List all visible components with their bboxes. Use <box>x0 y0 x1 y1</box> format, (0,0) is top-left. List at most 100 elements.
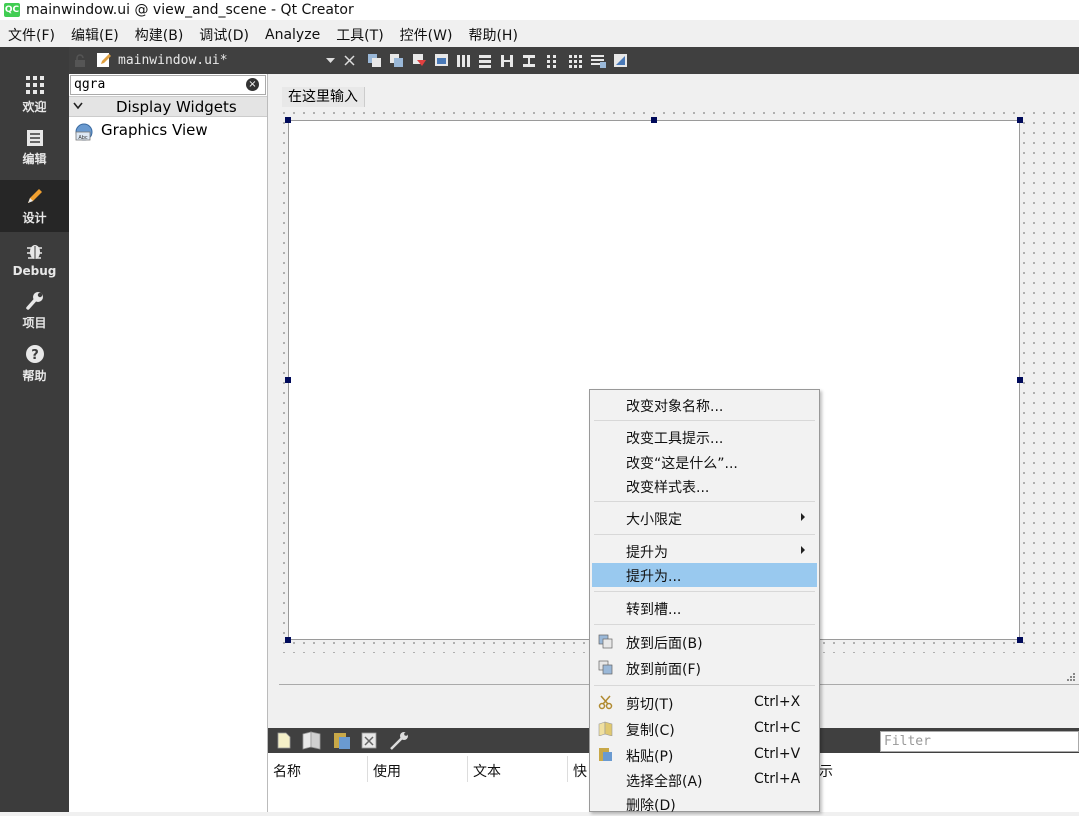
widget-item-graphics-view[interactable]: Abc Graphics View <box>69 120 267 142</box>
mode-debug[interactable]: Debug <box>0 233 69 285</box>
menu-item-cut[interactable]: 剪切(T) Ctrl+X <box>592 691 817 715</box>
mode-label: 欢迎 <box>22 100 47 114</box>
category-label: Display Widgets <box>116 98 237 116</box>
menu-file[interactable]: 文件(F) <box>0 25 63 45</box>
widget-item-label: Graphics View <box>101 121 208 139</box>
paste-action-icon[interactable] <box>332 731 352 750</box>
help-icon: ? <box>25 345 44 363</box>
column-divider <box>367 756 368 782</box>
copy-icon <box>598 721 613 736</box>
menu-item-label: 复制(C) <box>626 723 675 739</box>
resize-handle[interactable] <box>285 377 291 383</box>
column-divider <box>467 756 468 782</box>
column-header-tooltip[interactable]: 示 <box>819 761 833 781</box>
menu-item-change-tooltip[interactable]: 改变工具提示... <box>592 425 817 449</box>
menu-item-go-to-slot[interactable]: 转到槽... <box>592 596 817 620</box>
svg-text:?: ? <box>31 348 39 363</box>
menu-item-copy[interactable]: 复制(C) Ctrl+C <box>592 717 817 741</box>
submenu-arrow-icon <box>801 513 805 521</box>
chevron-down-icon[interactable] <box>326 58 335 64</box>
bring-to-front-icon <box>598 660 613 675</box>
menu-placeholder[interactable]: 在这里输入 <box>282 87 365 107</box>
qt-logo-icon: QC <box>4 3 20 17</box>
menu-analyze[interactable]: Analyze <box>257 27 328 43</box>
window-title: mainwindow.ui @ view_and_scene - Qt Crea… <box>26 2 354 18</box>
resize-handle[interactable] <box>1017 637 1023 643</box>
menu-item-label: 提升为 <box>626 545 668 561</box>
close-document-icon[interactable] <box>344 55 355 66</box>
size-grip-icon[interactable] <box>1066 672 1076 682</box>
copy-action-icon[interactable] <box>302 731 322 750</box>
menu-widgets[interactable]: 控件(W) <box>392 25 461 45</box>
menu-edit[interactable]: 编辑(E) <box>63 25 127 45</box>
resize-handle[interactable] <box>651 117 657 123</box>
menu-item-change-object-name[interactable]: 改变对象名称... <box>592 393 817 417</box>
menu-item-change-stylesheet[interactable]: 改变样式表... <box>592 474 817 498</box>
menu-item-paste[interactable]: 粘贴(P) Ctrl+V <box>592 743 817 767</box>
menu-item-delete[interactable]: 删除(D) <box>592 792 817 816</box>
mode-label: 编辑 <box>22 152 47 166</box>
graphics-view-icon: Abc <box>75 123 93 141</box>
menu-item-send-to-back[interactable]: 放到后面(B) <box>592 630 817 654</box>
mode-label: 帮助 <box>22 369 47 383</box>
category-display-widgets[interactable]: Display Widgets <box>69 96 267 117</box>
resize-handle[interactable] <box>1017 377 1023 383</box>
lock-icon[interactable] <box>74 54 86 67</box>
menu-item-bring-to-front[interactable]: 放到前面(F) <box>592 656 817 680</box>
mode-label: Debug <box>12 263 57 278</box>
document-modified-icon <box>97 53 111 67</box>
delete-action-icon[interactable] <box>361 732 377 749</box>
wrench-icon <box>25 292 43 310</box>
menu-item-shortcut: Ctrl+X <box>754 694 801 710</box>
menu-separator <box>594 501 815 502</box>
context-menu: 改变对象名称... 改变工具提示... 改变“这是什么”... 改变样式表...… <box>589 389 820 814</box>
menu-bar: 文件(F) 编辑(E) 构建(B) 调试(D) Analyze 工具(T) 控件… <box>0 23 1079 47</box>
mode-design[interactable]: 设计 <box>0 180 69 232</box>
menu-item-label: 删除(D) <box>626 798 676 814</box>
menu-item-label: 放到前面(F) <box>626 662 701 678</box>
menu-build[interactable]: 构建(B) <box>127 25 192 45</box>
mode-projects[interactable]: 项目 <box>0 285 69 337</box>
submenu-arrow-icon <box>801 546 805 554</box>
menu-tools[interactable]: 工具(T) <box>328 25 391 45</box>
widget-filter-input[interactable]: qgra <box>70 75 266 95</box>
menu-item-promote-to[interactable]: 提升为... <box>592 563 817 587</box>
menu-item-select-all[interactable]: 选择全部(A) Ctrl+A <box>592 768 817 792</box>
column-header-shortcut[interactable]: 快 <box>573 761 587 781</box>
mode-welcome[interactable]: 欢迎 <box>0 69 69 121</box>
action-filter-input[interactable]: Filter <box>880 731 1079 752</box>
menu-item-change-whats-this[interactable]: 改变“这是什么”... <box>592 450 817 474</box>
menu-item-shortcut: Ctrl+C <box>754 720 801 736</box>
menu-debug[interactable]: 调试(D) <box>191 25 257 45</box>
resize-handle[interactable] <box>1017 117 1023 123</box>
resize-handle[interactable] <box>285 637 291 643</box>
menu-item-label: 提升为... <box>626 569 682 585</box>
clear-filter-icon[interactable]: × <box>246 78 259 91</box>
mode-help[interactable]: ? 帮助 <box>0 338 69 390</box>
settings-wrench-icon[interactable] <box>388 731 410 751</box>
menu-separator <box>594 420 815 421</box>
menu-item-shortcut: Ctrl+A <box>754 771 801 787</box>
menu-item-label: 改变对象名称... <box>626 399 724 415</box>
menu-separator <box>594 591 815 592</box>
column-header-name[interactable]: 名称 <box>273 761 301 781</box>
column-header-used[interactable]: 使用 <box>373 761 401 781</box>
column-header-text[interactable]: 文本 <box>473 761 501 781</box>
bug-icon <box>26 244 42 259</box>
document-name[interactable]: mainwindow.ui* <box>118 53 228 68</box>
svg-text:Abc: Abc <box>78 135 88 141</box>
menu-item-size-constraints[interactable]: 大小限定 <box>592 506 817 530</box>
mode-label: 设计 <box>22 211 47 225</box>
mode-selector: 欢迎 编辑 设计 Debug 项目 ? 帮助 <box>0 47 69 812</box>
layout-tools[interactable] <box>364 52 639 70</box>
new-action-icon[interactable] <box>276 732 292 749</box>
mode-edit[interactable]: 编辑 <box>0 122 69 174</box>
mode-label: 项目 <box>22 316 47 330</box>
menu-item-promote-to-submenu[interactable]: 提升为 <box>592 539 817 563</box>
menu-separator <box>594 685 815 686</box>
paste-icon <box>599 748 612 761</box>
menu-item-label: 改变样式表... <box>626 480 710 496</box>
resize-handle[interactable] <box>285 117 291 123</box>
menu-item-label: 改变“这是什么”... <box>626 456 738 472</box>
menu-help[interactable]: 帮助(H) <box>460 25 525 45</box>
